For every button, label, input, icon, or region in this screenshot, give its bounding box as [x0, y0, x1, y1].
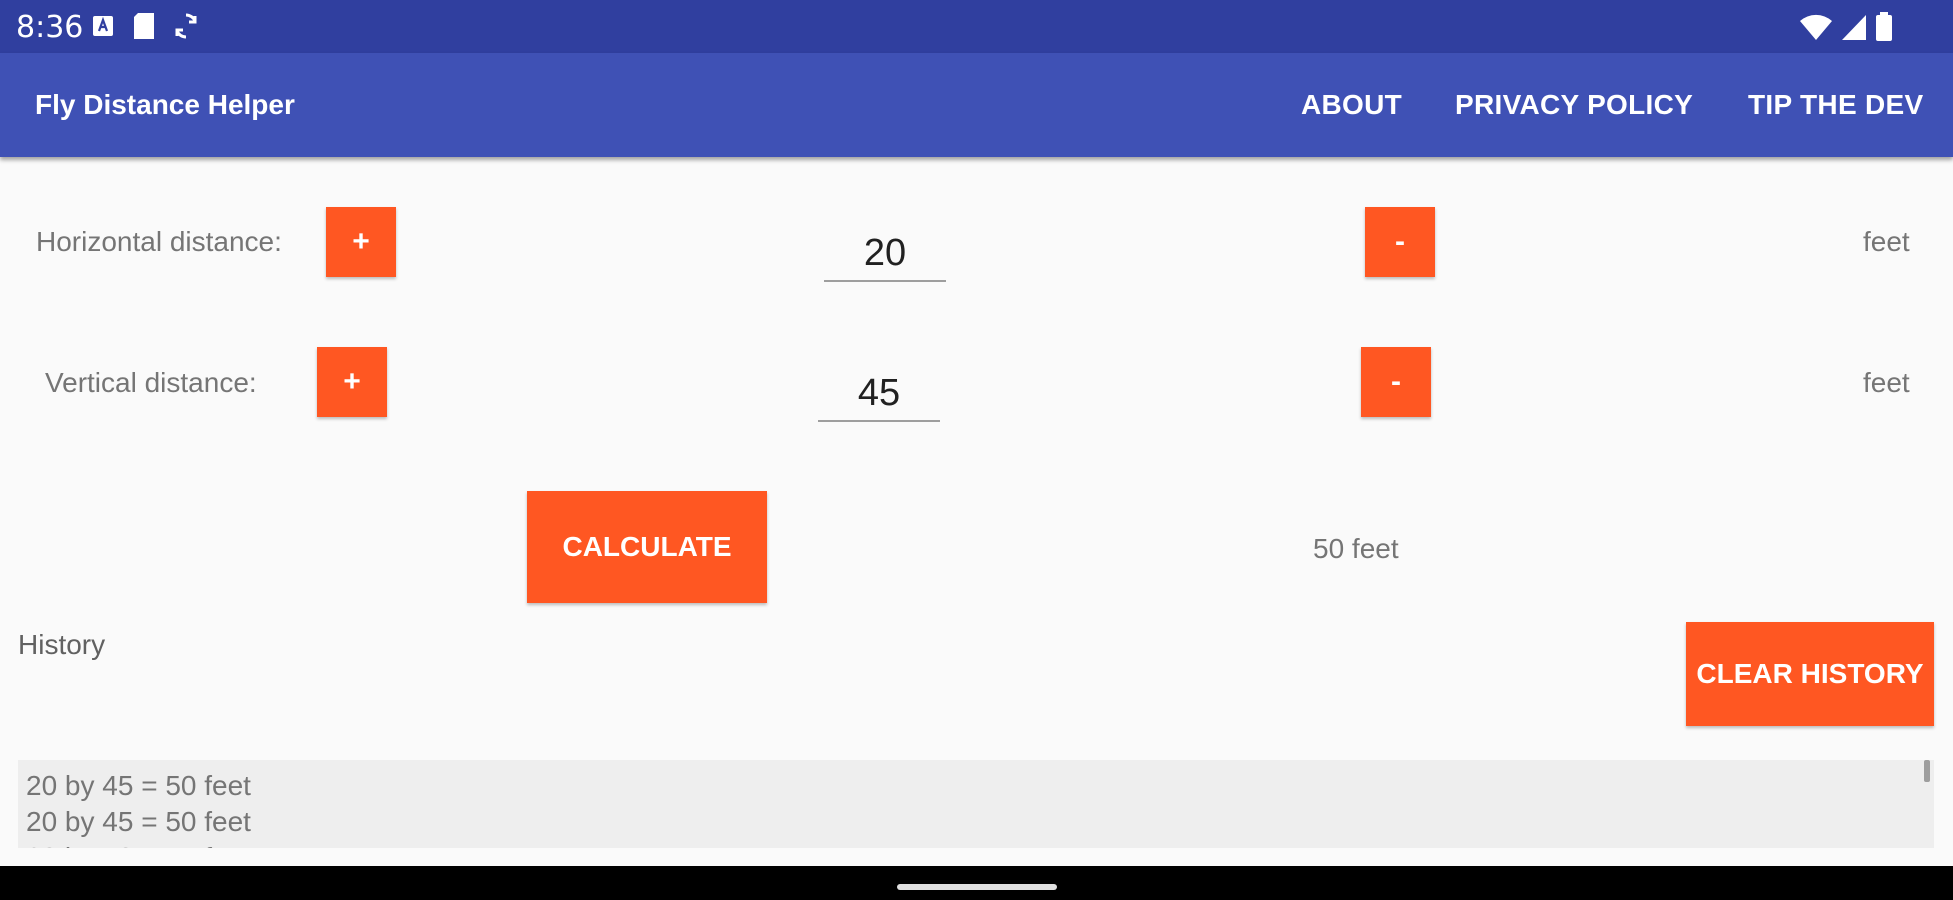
horizontal-minus-button[interactable]: -: [1365, 207, 1435, 277]
notification-a-icon: [93, 16, 113, 36]
vertical-unit-label: feet: [1863, 367, 1910, 398]
menu-tip-the-dev[interactable]: TIP THE DEV: [1748, 89, 1923, 121]
history-list[interactable]: 20 by 45 = 50 feet 20 by 45 = 50 feet 20…: [18, 760, 1934, 848]
horizontal-distance-input[interactable]: [824, 226, 946, 282]
sd-card-icon: [134, 13, 154, 39]
result-text: 50 feet: [1313, 533, 1399, 564]
menu-privacy-policy[interactable]: PRIVACY POLICY: [1455, 89, 1693, 121]
menu-about[interactable]: ABOUT: [1301, 89, 1402, 121]
app-title: Fly Distance Helper: [35, 89, 295, 120]
wifi-icon: [1800, 14, 1832, 41]
home-gesture-pill[interactable]: [897, 884, 1057, 890]
battery-icon: [1876, 12, 1892, 41]
vertical-plus-button[interactable]: +: [317, 347, 387, 417]
horizontal-plus-button[interactable]: +: [326, 207, 396, 277]
app-bar: Fly Distance Helper ABOUT PRIVACY POLICY…: [0, 53, 1953, 157]
history-entry: 20 by 40 = 45 feet: [18, 840, 1934, 848]
history-label: History: [18, 629, 106, 660]
history-entry: 20 by 45 = 50 feet: [26, 770, 251, 801]
vertical-distance-label: Vertical distance:: [45, 367, 257, 398]
calculate-button[interactable]: CALCULATE: [527, 491, 767, 603]
cell-signal-icon: [1842, 15, 1866, 40]
navigation-bar: [0, 866, 1953, 900]
sync-icon: [175, 13, 197, 39]
status-icons-left: [92, 12, 198, 40]
history-entry: 20 by 45 = 50 feet: [26, 806, 251, 837]
status-bar: 8:36: [0, 0, 1953, 53]
status-icons-right: [1799, 12, 1893, 42]
status-time: 8:36: [16, 10, 84, 45]
clear-history-button[interactable]: CLEAR HISTORY: [1686, 622, 1934, 726]
vertical-distance-input[interactable]: [818, 366, 940, 422]
history-scrollbar[interactable]: [1924, 760, 1930, 782]
horizontal-unit-label: feet: [1863, 226, 1910, 257]
horizontal-distance-label: Horizontal distance:: [36, 226, 282, 257]
vertical-minus-button[interactable]: -: [1361, 347, 1431, 417]
